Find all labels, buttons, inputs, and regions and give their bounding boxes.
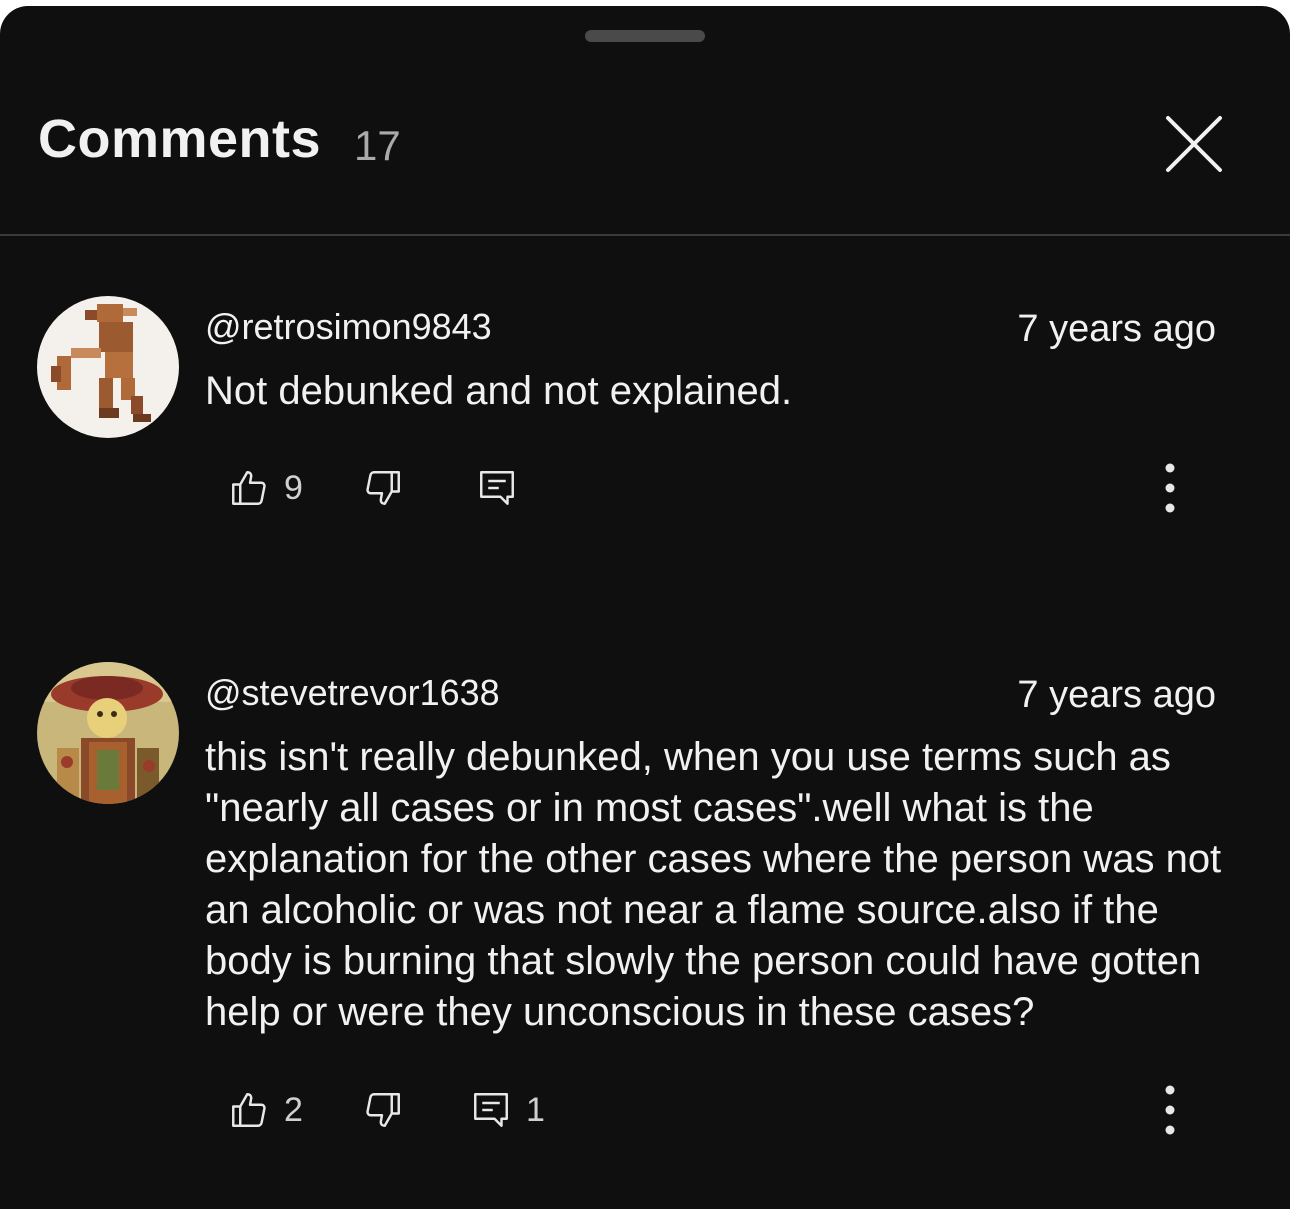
comments-header: Comments 17 [0, 96, 1290, 236]
like-count: 2 [284, 1090, 303, 1129]
reply-count: 1 [526, 1090, 545, 1129]
more-options-button[interactable] [1148, 458, 1192, 518]
like-count: 9 [284, 468, 303, 507]
thumbs-down-icon [366, 1093, 400, 1127]
comments-sheet: Comments 17 @retrosimon9843 7 years ago … [0, 6, 1290, 1209]
dislike-button[interactable] [362, 458, 404, 518]
comment-actions: 9 [0, 458, 1290, 518]
reply-button[interactable]: 1 [470, 1080, 545, 1140]
close-icon [1166, 116, 1222, 172]
reply-comment-icon [474, 1093, 508, 1127]
pixel-character-avatar-icon [37, 296, 179, 438]
illuminated-figure-avatar-icon [37, 662, 179, 804]
thumbs-up-icon [232, 471, 266, 505]
header-divider [0, 234, 1290, 236]
comment-count: 17 [354, 122, 401, 169]
comment-timestamp: 7 years ago [1017, 308, 1216, 350]
comment-text: Not debunked and not explained. [205, 369, 793, 413]
thumbs-down-icon [366, 471, 400, 505]
close-button[interactable] [1160, 110, 1228, 178]
comment-actions: 2 1 [0, 1080, 1290, 1140]
comment-author[interactable]: @stevetrevor1638 [205, 672, 500, 714]
more-vertical-icon [1165, 1085, 1175, 1135]
more-vertical-icon [1165, 463, 1175, 513]
comment-author[interactable]: @retrosimon9843 [205, 306, 492, 348]
thumbs-up-icon [232, 1093, 266, 1127]
like-button[interactable]: 2 [228, 1080, 303, 1140]
avatar[interactable] [37, 296, 179, 438]
drag-handle[interactable] [585, 30, 705, 42]
comment-text: this isn't really debunked, when you use… [205, 735, 1222, 1034]
page-title: Comments [38, 109, 322, 169]
like-button[interactable]: 9 [228, 458, 303, 518]
reply-button[interactable] [476, 458, 518, 518]
more-options-button[interactable] [1148, 1080, 1192, 1140]
avatar[interactable] [37, 662, 179, 804]
comment-timestamp: 7 years ago [1017, 674, 1216, 716]
reply-comment-icon [480, 471, 514, 505]
dislike-button[interactable] [362, 1080, 404, 1140]
